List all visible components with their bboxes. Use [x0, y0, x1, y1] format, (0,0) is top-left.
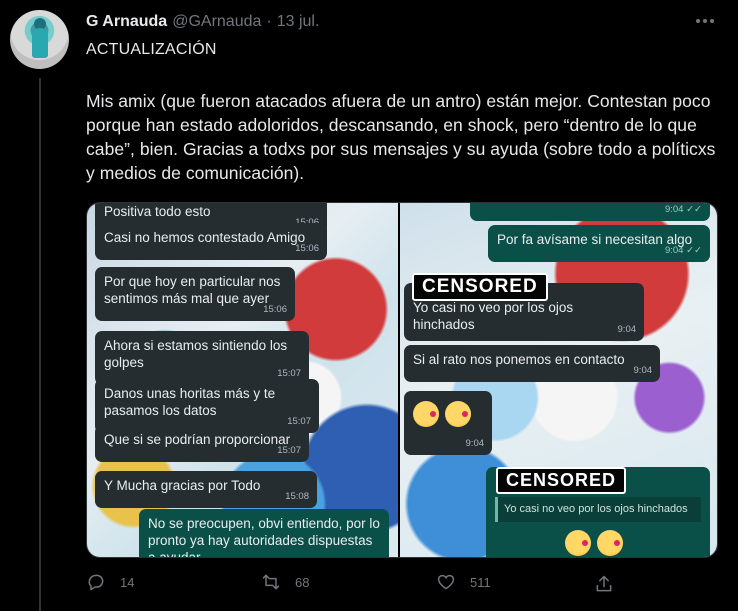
kiss-emoji-icon [413, 401, 440, 427]
chat-text: Si al rato nos ponemos en contacto [413, 352, 625, 367]
chat-time: 9:04 [617, 324, 637, 335]
tweet-text: Mis amix (que fueron atacados afuera de … [86, 91, 716, 183]
chat-time: 9:04 ✓✓ [664, 245, 703, 256]
share-icon [596, 575, 612, 592]
retweet-count: 68 [295, 574, 310, 590]
tweet-header: G Arnauda @GArnauda · 13 jul. [86, 13, 319, 31]
chat-text: Que si se podrían proporcionar [104, 432, 291, 447]
chat-time: 15:06 [295, 243, 319, 254]
chat-text: Por fa avísame si necesitan algo [497, 232, 693, 247]
chat-text: Y Mucha gracias por Todo [104, 478, 261, 493]
like-count: 511 [470, 574, 491, 590]
thread-line [39, 78, 41, 611]
chat-time: 15:06 [263, 304, 287, 315]
chat-bubble: Si al rato nos ponemos en contacto 9:04 [404, 345, 661, 382]
chat-bubble: Casi no hemos contestado Amigo 15:06 [95, 223, 327, 260]
relieved-emoji-icon [565, 530, 592, 556]
tweet-date[interactable]: 13 jul. [277, 13, 320, 31]
like-icon [437, 574, 455, 590]
author-handle[interactable]: @GArnauda [172, 13, 261, 31]
author-name[interactable]: G Arnauda [86, 13, 167, 31]
chat-time: 9:04 [633, 365, 653, 376]
chat-bubble-outgoing: No se preocupen, obvi entiendo, por lo p… [139, 509, 389, 557]
censored-label: CENSORED [496, 467, 627, 494]
chat-text: Casi no hemos contestado Amigo [104, 230, 306, 245]
quoted-message: Yo casi no veo por los ojos hinchados [495, 497, 702, 522]
chat-text: Ahora si estamos sintiendo los golpes [104, 338, 288, 370]
chat-bubble: Por que hoy en particular nos sentimos m… [95, 267, 295, 321]
like-button[interactable]: 511 [436, 572, 611, 592]
chat-bubble: 9:04 [404, 391, 493, 455]
chat-text: No se preocupen, obvi entiendo, por lo p… [148, 516, 380, 557]
kiss-emoji-icon [445, 401, 472, 427]
retweet-icon [262, 574, 280, 590]
chat-text: Por que hoy en particular nos sentimos m… [104, 274, 281, 306]
tweet-actions: 14 68 511 [86, 572, 626, 592]
chat-text: Danos unas horitas más y te pasamos los … [104, 386, 276, 418]
chat-time: 9:04 [465, 438, 485, 449]
chat-text: Yo casi no veo por los ojos hinchados [413, 300, 574, 332]
separator: · [266, 13, 272, 30]
share-button[interactable] [594, 574, 614, 599]
retweet-button[interactable]: 68 [261, 572, 436, 592]
chat-bubble-outgoing: Por fa avísame si necesitan algo 9:04 ✓✓ [488, 225, 711, 262]
screenshot-right[interactable]: 9:04 ✓✓ Por fa avísame si necesitan algo… [400, 203, 717, 557]
relieved-emoji-icon [597, 530, 624, 556]
more-icon[interactable] [694, 10, 716, 32]
chat-text: Positiva todo esto [104, 204, 211, 219]
chat-bubble-outgoing: 9:04 ✓✓ [470, 203, 711, 221]
tweet-media[interactable]: Positiva todo esto 15:06 Casi no hemos c… [86, 202, 718, 558]
chat-time: 9:04 ✓✓ [664, 204, 703, 215]
censored-label: CENSORED [412, 273, 548, 301]
tweet-title: ACTUALIZACIÓN [86, 41, 217, 58]
screenshot-left[interactable]: Positiva todo esto 15:06 Casi no hemos c… [87, 203, 399, 557]
reply-button[interactable]: 14 [86, 572, 261, 592]
chat-time: 15:07 [277, 445, 301, 456]
chat-bubble: Ahora si estamos sintiendo los golpes 15… [95, 331, 309, 385]
chat-time: 15:08 [285, 491, 309, 502]
chat-bubble: Y Mucha gracias por Todo 15:08 [95, 471, 317, 508]
reply-icon [88, 574, 104, 591]
chat-bubble: Que si se podrían proporcionar 15:07 [95, 425, 309, 462]
avatar[interactable] [10, 10, 69, 69]
reply-count: 14 [120, 574, 135, 590]
